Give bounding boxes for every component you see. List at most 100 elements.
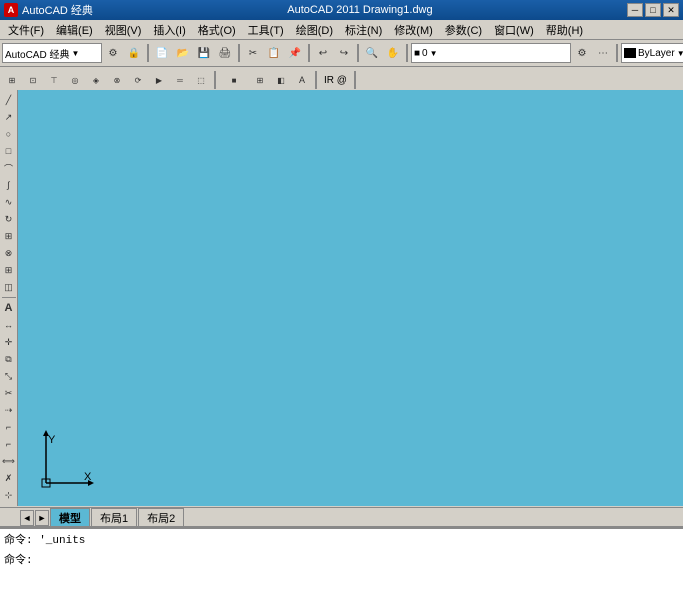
sb-rotate-btn[interactable]: ↻ [1, 211, 17, 227]
undo-btn[interactable]: ↩ [313, 43, 333, 63]
tab-layout1[interactable]: 布局1 [91, 508, 137, 526]
sb-chamfer-btn[interactable]: ⌐ [1, 436, 17, 452]
maximize-button[interactable]: □ [645, 3, 661, 17]
copy-btn[interactable]: 📋 [264, 43, 284, 63]
workspace-arrow: ▼ [71, 49, 79, 58]
menu-insert[interactable]: 插入(I) [147, 21, 191, 39]
layer-more-btn[interactable]: ⋯ [593, 43, 613, 63]
tb2-sc-btn[interactable]: ⊞ [250, 70, 270, 90]
left-sidebar: ╱ ↗ ○ □ ⌒ ∫ ∿ ↻ ⊞ ⊗ ⊞ ◫ A ↔ ✛ ⧉ ⤡ ✂ ⇢ ⌐ … [0, 90, 18, 506]
layer-label: 0 [422, 48, 428, 59]
tb2-grid-btn[interactable]: ⊡ [23, 70, 43, 90]
sb-line-btn[interactable]: ╱ [1, 92, 17, 108]
tb2-ws-btn[interactable]: ◧ [271, 70, 291, 90]
tb2-dyn-btn[interactable]: ▶ [149, 70, 169, 90]
drawing-canvas[interactable]: Y X [18, 90, 683, 506]
command-input-row[interactable] [0, 569, 683, 589]
menu-help[interactable]: 帮助(H) [540, 21, 589, 39]
menu-dimension[interactable]: 标注(N) [339, 21, 388, 39]
workspace-lock-btn[interactable]: 🔒 [124, 43, 144, 63]
tb2-tpt-btn[interactable]: ⬚ [191, 70, 211, 90]
color-label: ByLayer [638, 48, 675, 59]
sb-arc-btn[interactable]: ⌒ [1, 160, 17, 176]
toolbar-sep-9 [214, 71, 216, 89]
tb2-polar-btn[interactable]: ◎ [65, 70, 85, 90]
sb-trim-btn[interactable]: ✂ [1, 385, 17, 401]
pan-btn[interactable]: ✋ [383, 43, 403, 63]
sb-copy-obj-btn[interactable]: ⧉ [1, 351, 17, 367]
workspace-settings-btn[interactable]: ⚙ [103, 43, 123, 63]
toolbar-sep-3 [308, 44, 310, 62]
paste-btn[interactable]: 📌 [285, 43, 305, 63]
menu-format[interactable]: 格式(O) [192, 21, 242, 39]
sb-mirror-btn[interactable]: ⊗ [1, 245, 17, 261]
toolbar-sep-2 [238, 44, 240, 62]
tb2-snap-btn[interactable]: ⊞ [2, 70, 22, 90]
command-line-1: 命令: '_units [0, 529, 683, 549]
cut-btn[interactable]: ✂ [243, 43, 263, 63]
menu-view[interactable]: 视图(V) [99, 21, 148, 39]
menu-bar: 文件(F) 编辑(E) 视图(V) 插入(I) 格式(O) 工具(T) 绘图(D… [0, 20, 683, 40]
sb-explode-btn[interactable]: ⊹ [1, 487, 17, 503]
tb2-lw-btn[interactable]: ═ [170, 70, 190, 90]
close-button[interactable]: ✕ [663, 3, 679, 17]
sb-spline-btn[interactable]: ∫ [1, 177, 17, 193]
toolbar-sep-10 [315, 71, 317, 89]
sb-erase-btn[interactable]: ✗ [1, 470, 17, 486]
sb-freehand-btn[interactable]: ∿ [1, 194, 17, 210]
tab-layout2[interactable]: 布局2 [138, 508, 184, 526]
sb-text-btn[interactable]: A [1, 300, 17, 316]
app-title: AutoCAD 经典 [22, 2, 93, 18]
sb-array-btn[interactable]: ⊞ [1, 262, 17, 278]
redo-btn[interactable]: ↪ [334, 43, 354, 63]
menu-modify[interactable]: 修改(M) [388, 21, 439, 39]
sb-offset-btn[interactable]: ◫ [1, 279, 17, 295]
menu-tools[interactable]: 工具(T) [242, 21, 290, 39]
menu-draw[interactable]: 绘图(D) [290, 21, 339, 39]
sb-move-btn[interactable]: ✛ [1, 334, 17, 350]
tb2-model-btn[interactable]: ■ [219, 70, 249, 90]
tab-nav-left-btn[interactable]: ◄ [20, 510, 34, 526]
workspace-dropdown[interactable]: AutoCAD 经典 ▼ [2, 43, 102, 63]
save-btn[interactable]: 💾 [194, 43, 214, 63]
tab-nav-right-btn[interactable]: ► [35, 510, 49, 526]
sb-polyline-btn[interactable]: ↗ [1, 109, 17, 125]
sb-hatch-btn[interactable]: ⊞ [1, 228, 17, 244]
app-icon: A [4, 3, 18, 17]
toolbar-row-2: ⊞ ⊡ ⊤ ◎ ◈ ⊗ ⟳ ▶ ═ ⬚ ■ ⊞ ◧ A IR @ [2, 68, 681, 92]
sb-extend-btn[interactable]: ⇢ [1, 402, 17, 418]
new-btn[interactable]: 📄 [152, 43, 172, 63]
command-input[interactable] [4, 573, 679, 585]
title-bar: A AutoCAD 经典 AutoCAD 2011 Drawing1.dwg ─… [0, 0, 683, 20]
plot-btn[interactable]: 🖨 [215, 43, 235, 63]
zoom-btn[interactable]: 🔍 [362, 43, 382, 63]
menu-params[interactable]: 参数(C) [439, 21, 488, 39]
layer-dropdown[interactable]: ■ 0 ▼ [411, 43, 571, 63]
sb-fillet-btn[interactable]: ⌐ [1, 419, 17, 435]
tb2-annotate-btn[interactable]: A [292, 70, 312, 90]
menu-window[interactable]: 窗口(W) [488, 21, 540, 39]
tb2-ortho-btn[interactable]: ⊤ [44, 70, 64, 90]
open-btn[interactable]: 📂 [173, 43, 193, 63]
color-arrow: ▼ [677, 49, 683, 58]
main-title: AutoCAD 2011 Drawing1.dwg [93, 4, 627, 16]
layer-settings-btn[interactable]: ⚙ [572, 43, 592, 63]
sb-stretch-btn[interactable]: ⤡ [1, 368, 17, 384]
toolbar-row-1: AutoCAD 经典 ▼ ⚙ 🔒 📄 📂 💾 🖨 ✂ 📋 📌 ↩ ↪ 🔍 ✋ ■… [2, 41, 681, 65]
tb2-ducs-btn[interactable]: ⟳ [128, 70, 148, 90]
sb-circle-btn[interactable]: ○ [1, 126, 17, 142]
tb2-otrack-btn[interactable]: ⊗ [107, 70, 127, 90]
sb-scale-btn[interactable]: ⟺ [1, 453, 17, 469]
menu-file[interactable]: 文件(F) [2, 21, 50, 39]
tab-model[interactable]: 模型 [50, 508, 90, 526]
sb-rect-btn[interactable]: □ [1, 143, 17, 159]
command-text-2: 命令: [4, 551, 33, 567]
sb-dim-btn[interactable]: ↔ [1, 317, 17, 333]
menu-edit[interactable]: 编辑(E) [50, 21, 99, 39]
minimize-button[interactable]: ─ [627, 3, 643, 17]
ir-label: IR @ [320, 75, 351, 86]
svg-text:X: X [84, 471, 92, 483]
tab-bar: ◄ ► 模型 布局1 布局2 [0, 507, 683, 527]
tb2-osnap-btn[interactable]: ◈ [86, 70, 106, 90]
color-dropdown[interactable]: ByLayer ▼ [621, 43, 683, 63]
